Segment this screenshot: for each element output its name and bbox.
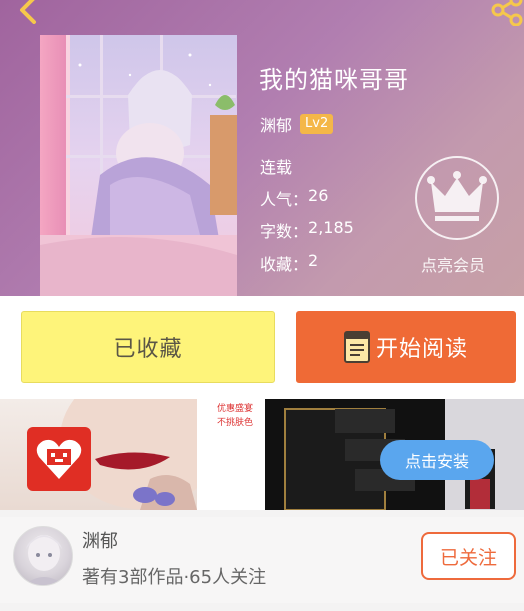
favorite-button-label: 已收藏 [113, 337, 183, 362]
author-section-info: 著有3部作品·65人关注 [82, 567, 267, 588]
favorite-button[interactable]: 已收藏 [21, 311, 275, 383]
level-badge: Lv2 [300, 114, 334, 134]
author-section[interactable]: 渊郁 著有3部作品·65人关注 已关注 [0, 517, 524, 603]
favorites-label: 收藏： [260, 255, 309, 274]
author-name[interactable]: 渊郁 [260, 112, 292, 136]
popularity-label: 人气： [260, 190, 309, 209]
favorites-stat: 收藏： 2 [260, 251, 318, 275]
ad-text-line-2: 不挑肤色 [217, 418, 254, 428]
vip-membership-button[interactable] [415, 156, 499, 240]
word-count-label: 字数： [260, 222, 309, 241]
crown-icon [427, 171, 487, 221]
word-count-stat: 字数： 2,185 [260, 218, 354, 242]
author-row: 渊郁 Lv2 [260, 112, 334, 136]
pinduoduo-logo [27, 427, 91, 491]
book-cover[interactable] [40, 35, 237, 296]
ad-text-panel: 优惠盛宴 不挑肤色 [197, 399, 265, 510]
serial-status: 连载 [260, 158, 293, 177]
book-header: 我的猫咪哥哥 渊郁 Lv2 连载 人气： 26 字数： 2,185 收藏： 2 … [0, 0, 524, 296]
install-button[interactable]: 点击安装 [380, 440, 494, 480]
author-avatar[interactable] [13, 526, 73, 586]
word-count-value: 2,185 [308, 218, 354, 237]
start-reading-label: 开始阅读 [375, 337, 468, 362]
back-arrow-icon[interactable] [14, 0, 44, 24]
author-section-name: 渊郁 [82, 531, 118, 552]
cover-illustration [40, 35, 237, 296]
book-title: 我的猫咪哥哥 [259, 66, 409, 94]
popularity-value: 26 [308, 186, 329, 205]
ad-image-left [0, 399, 220, 510]
start-reading-button[interactable]: 开始阅读 [296, 311, 516, 383]
popularity-stat: 人气： 26 [260, 186, 328, 210]
action-bar: 已收藏 开始阅读 [0, 296, 524, 399]
share-icon[interactable] [488, 0, 524, 26]
favorites-value: 2 [308, 251, 319, 270]
follow-button[interactable]: 已关注 [421, 532, 516, 580]
vip-label[interactable]: 点亮会员 [421, 252, 485, 276]
book-icon [343, 331, 370, 363]
ad-text-line-1: 优惠盛宴 [217, 404, 254, 414]
